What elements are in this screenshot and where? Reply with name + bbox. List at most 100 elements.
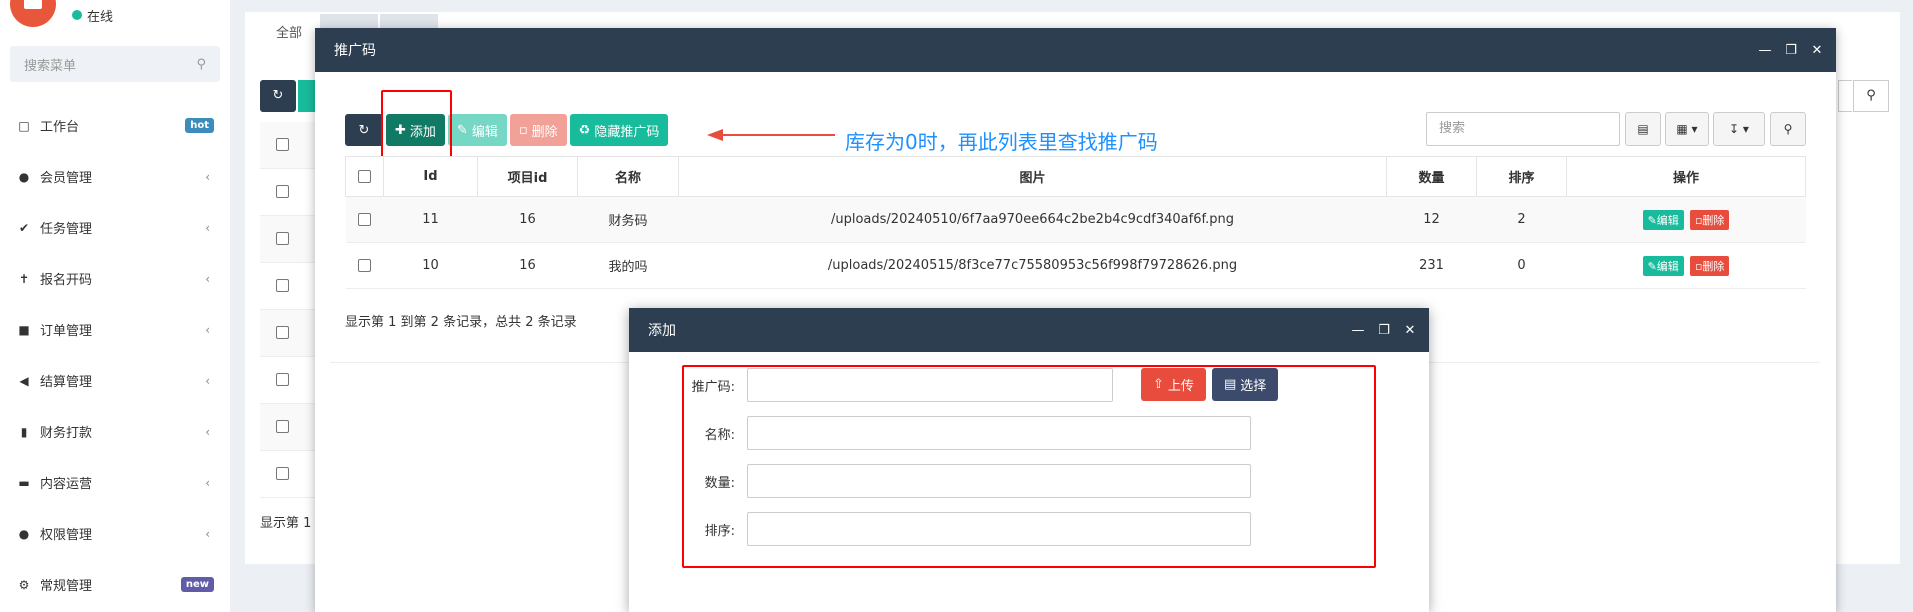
- sort-label: 排序:: [704, 523, 735, 539]
- export-button[interactable]: ↧ ▾: [1713, 112, 1765, 146]
- cell-sort: 2: [1476, 196, 1567, 243]
- row-delete-label: 删除: [1702, 259, 1725, 273]
- sidebar-item-settlement[interactable]: ◀ 结算管理 ‹: [0, 355, 230, 406]
- window-controls: — ❐ ✕: [1758, 28, 1824, 72]
- advanced-search-button[interactable]: ⚲: [1770, 112, 1806, 146]
- sidebar-item-general[interactable]: ⚙ 常规管理 new: [0, 559, 230, 610]
- sidebar-item-label: 结算管理: [40, 375, 93, 390]
- sidebar-item-label: 内容运营: [40, 477, 93, 492]
- menu-search-input[interactable]: 搜索菜单 ⚲: [10, 46, 220, 82]
- upload-button[interactable]: ⇧ 上传: [1141, 368, 1206, 401]
- sort-field[interactable]: [747, 512, 1251, 546]
- users-icon: ●: [18, 526, 30, 541]
- column-header-sort[interactable]: 排序: [1476, 156, 1567, 197]
- code-field[interactable]: [747, 368, 1113, 402]
- row-select-cell: [345, 196, 384, 243]
- check-icon: ✔: [18, 220, 30, 235]
- sidebar-item-members[interactable]: ● 会员管理 ‹: [0, 151, 230, 202]
- choose-button[interactable]: ▤ 选择: [1212, 368, 1279, 401]
- cell-name: 我的吗: [577, 242, 679, 289]
- hide-promo-code-button[interactable]: ♻ 隐藏推广码: [569, 114, 669, 146]
- maximize-icon[interactable]: ❐: [1377, 323, 1391, 338]
- column-header-project-id[interactable]: 项目id: [477, 156, 578, 197]
- maximize-icon[interactable]: ❐: [1784, 43, 1798, 58]
- row-delete-button[interactable]: ▫删除: [1689, 209, 1730, 230]
- sidebar-item-label: 权限管理: [40, 528, 93, 543]
- column-header-id[interactable]: Id: [383, 156, 478, 197]
- bg-search-input[interactable]: [1838, 80, 1852, 112]
- row-delete-button[interactable]: ▫删除: [1689, 255, 1730, 276]
- table-row: [260, 451, 318, 498]
- dialog-title: 添加: [648, 323, 676, 339]
- column-header-image[interactable]: 图片: [678, 156, 1387, 197]
- edit-button[interactable]: ✎ 编辑: [447, 114, 507, 146]
- folder-icon: ■: [18, 322, 30, 337]
- keyboard-icon: ▬: [18, 475, 30, 490]
- delete-button[interactable]: ▫ 删除: [509, 114, 567, 146]
- select-all-checkbox[interactable]: [358, 170, 371, 183]
- sidebar-item-dashboard[interactable]: □ 工作台 hot: [0, 100, 230, 151]
- promo-code-window-header[interactable]: 推广码 — ❐ ✕: [315, 28, 1836, 72]
- chevron-left-icon: ‹: [205, 322, 210, 337]
- chevron-left-icon: ‹: [205, 475, 210, 490]
- sidebar-item-permissions[interactable]: ● 权限管理 ‹: [0, 508, 230, 559]
- table-search-input[interactable]: 搜索: [1426, 112, 1620, 146]
- sidebar-item-tasks[interactable]: ✔ 任务管理 ‹: [0, 202, 230, 253]
- add-dialog-header[interactable]: 添加 — ❐ ✕: [629, 308, 1429, 352]
- row-checkbox[interactable]: [276, 420, 289, 433]
- row-checkbox[interactable]: [276, 279, 289, 292]
- close-icon[interactable]: ✕: [1403, 323, 1417, 338]
- minimize-icon[interactable]: —: [1351, 323, 1365, 338]
- row-checkbox[interactable]: [276, 373, 289, 386]
- tab-all[interactable]: 全部: [260, 14, 319, 54]
- minimize-icon[interactable]: —: [1758, 43, 1772, 58]
- row-checkbox[interactable]: [358, 259, 371, 272]
- online-status-label: 在线: [87, 9, 114, 25]
- row-checkbox[interactable]: [276, 232, 289, 245]
- qty-field[interactable]: [747, 464, 1251, 498]
- sidebar-item-label: 会员管理: [40, 171, 93, 186]
- trash-icon: ▫: [518, 122, 528, 138]
- sidebar-item-content[interactable]: ▬ 内容运营 ‹: [0, 457, 230, 508]
- bg-table: [260, 122, 318, 498]
- name-field[interactable]: [747, 416, 1251, 450]
- column-header-name[interactable]: 名称: [577, 156, 679, 197]
- bg-refresh-button[interactable]: ↻: [260, 80, 296, 112]
- column-header-actions: 操作: [1566, 156, 1806, 197]
- toggle-view-button[interactable]: ▤: [1625, 112, 1661, 146]
- sidebar-item-label: 财务打款: [40, 426, 93, 441]
- row-edit-button[interactable]: ✎编辑: [1642, 209, 1684, 230]
- bg-search-button[interactable]: ⚲: [1853, 80, 1889, 112]
- signal-icon: ▮: [20, 424, 28, 439]
- choose-button-label: 选择: [1240, 379, 1267, 394]
- recycle-icon: ♻: [578, 122, 591, 138]
- refresh-button[interactable]: ↻: [345, 114, 383, 146]
- promo-code-table: Id 项目id 名称 图片 数量 排序 操作 11 16 财务码 /upload…: [345, 156, 1806, 289]
- grid-icon: ▦ ▾: [1676, 122, 1698, 136]
- row-checkbox[interactable]: [276, 138, 289, 151]
- sidebar-item-signup[interactable]: ✝ 报名开码 ‹: [0, 253, 230, 304]
- cell-id: 10: [383, 242, 478, 289]
- sidebar-item-orders[interactable]: ■ 订单管理 ‹: [0, 304, 230, 355]
- chevron-left-icon: ‹: [205, 169, 210, 184]
- row-checkbox[interactable]: [276, 326, 289, 339]
- close-icon[interactable]: ✕: [1810, 43, 1824, 58]
- cell-image: /uploads/20240510/6f7aa970ee664c2be2b4c9…: [678, 196, 1387, 243]
- chevron-left-icon: ‹: [205, 271, 210, 286]
- backward-icon: ◀: [19, 373, 29, 388]
- cell-project-id: 16: [477, 196, 578, 243]
- pencil-icon: ✎: [456, 122, 468, 138]
- row-checkbox[interactable]: [276, 185, 289, 198]
- avatar[interactable]: [10, 0, 56, 27]
- row-checkbox[interactable]: [358, 213, 371, 226]
- table-row: [260, 357, 318, 404]
- row-checkbox[interactable]: [276, 467, 289, 480]
- annotation-text: 库存为0时，再此列表里查找推广码: [845, 130, 1158, 154]
- columns-button[interactable]: ▦ ▾: [1665, 112, 1709, 146]
- cell-name: 财务码: [577, 196, 679, 243]
- pencil-icon: ✎: [1647, 213, 1657, 227]
- row-delete-label: 删除: [1702, 213, 1725, 227]
- sidebar-item-finance[interactable]: ▮ 财务打款 ‹: [0, 406, 230, 457]
- row-edit-button[interactable]: ✎编辑: [1642, 255, 1684, 276]
- column-header-qty[interactable]: 数量: [1386, 156, 1477, 197]
